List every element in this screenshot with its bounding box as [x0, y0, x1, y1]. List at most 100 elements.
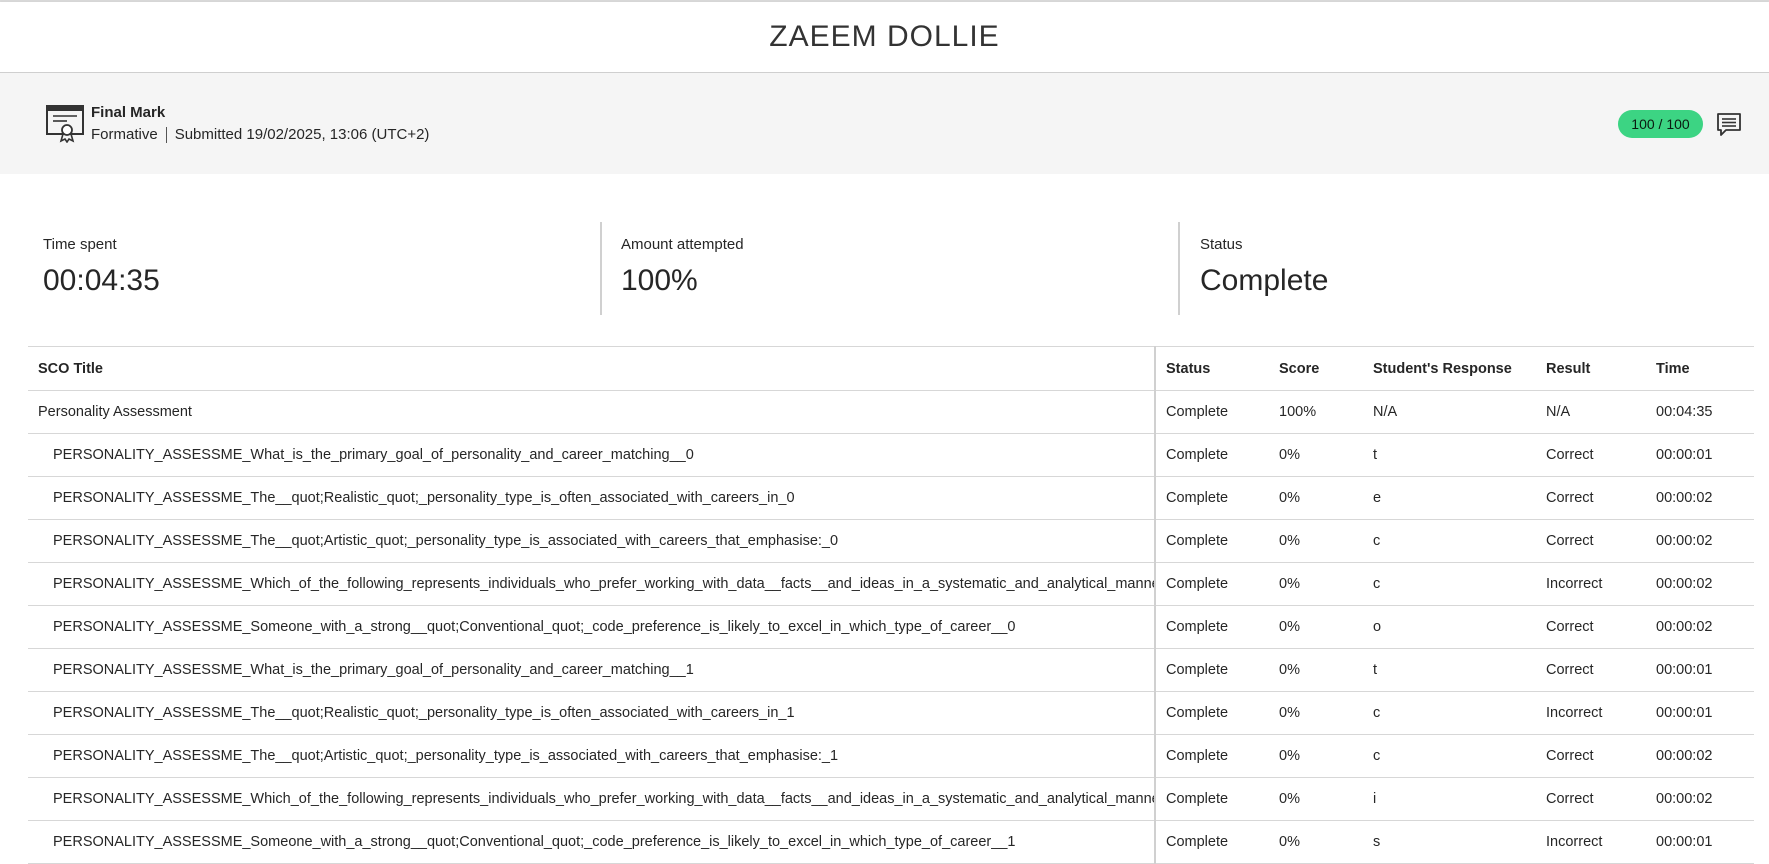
submitted-date: Submitted 19/02/2025, 13:06 (UTC+2) [174, 126, 430, 143]
stat-value: Complete [1200, 264, 1329, 297]
student-response-cell: s [1363, 820, 1536, 864]
stat-status: Status Complete [1200, 222, 1750, 315]
result-cell: Correct [1536, 433, 1646, 477]
score-cell: 0% [1269, 820, 1363, 864]
table-row: PERSONALITY_ASSESSME_Someone_with_a_stro… [28, 605, 1754, 649]
result-cell: N/A [1536, 390, 1646, 434]
result-cell: Incorrect [1536, 691, 1646, 735]
student-response-cell: c [1363, 691, 1536, 735]
time-cell: 00:00:02 [1646, 605, 1754, 649]
stat-amount-attempted: Amount attempted 100% [621, 222, 1171, 315]
status-cell: Complete [1155, 476, 1269, 520]
sco-title-cell: PERSONALITY_ASSESSME_What_is_the_primary… [28, 433, 1156, 477]
time-cell: 00:00:01 [1646, 820, 1754, 864]
stat-value: 00:04:35 [43, 264, 160, 297]
score-cell: 0% [1269, 519, 1363, 563]
result-cell: Incorrect [1536, 562, 1646, 606]
student-response-cell: t [1363, 433, 1536, 477]
score-cell: 100% [1269, 390, 1363, 434]
result-cell: Incorrect [1536, 820, 1646, 864]
feedback-comment-icon[interactable] [1716, 112, 1742, 138]
student-response-cell: i [1363, 777, 1536, 821]
stat-value: 100% [621, 264, 698, 297]
final-mark-label: Final Mark [91, 104, 166, 121]
score-cell: 0% [1269, 433, 1363, 477]
time-cell: 00:04:35 [1646, 390, 1754, 434]
time-cell: 00:00:02 [1646, 476, 1754, 520]
stat-label: Amount attempted [621, 236, 744, 253]
sco-title-cell: PERSONALITY_ASSESSME_The__quot;Artistic_… [28, 519, 1156, 563]
sco-title-cell: Personality Assessment [28, 390, 1156, 434]
student-name: ZAEEM DOLLIE [769, 20, 1000, 53]
score-cell: 0% [1269, 777, 1363, 821]
student-response-cell: c [1363, 562, 1536, 606]
status-cell: Complete [1155, 433, 1269, 477]
table-row: PERSONALITY_ASSESSME_What_is_the_primary… [28, 648, 1754, 692]
time-cell: 00:00:01 [1646, 691, 1754, 735]
table-header-row: SCO Title Status Score Student's Respons… [28, 346, 1754, 391]
result-cell: Correct [1536, 605, 1646, 649]
table-row: PERSONALITY_ASSESSME_The__quot;Realistic… [28, 476, 1754, 520]
grade-summary-bar: Final Mark Formative Submitted 19/02/202… [0, 73, 1769, 174]
divider [165, 126, 167, 143]
status-cell: Complete [1155, 519, 1269, 563]
attempt-details: Formative Submitted 19/02/2025, 13:06 (U… [91, 126, 429, 143]
result-cell: Correct [1536, 777, 1646, 821]
sco-title-cell: PERSONALITY_ASSESSME_The__quot;Realistic… [28, 476, 1156, 520]
student-response-cell: e [1363, 476, 1536, 520]
sco-title-cell: PERSONALITY_ASSESSME_Which_of_the_follow… [28, 562, 1156, 606]
status-cell: Complete [1155, 820, 1269, 864]
status-cell: Complete [1155, 562, 1269, 606]
column-header-status: Status [1155, 346, 1269, 391]
time-cell: 00:00:01 [1646, 433, 1754, 477]
time-cell: 00:00:02 [1646, 734, 1754, 778]
score-cell: 0% [1269, 734, 1363, 778]
table-body: Personality Assessment Complete 100% N/A N/A… [28, 390, 1754, 864]
status-cell: Complete [1155, 691, 1269, 735]
stat-divider [1178, 222, 1180, 315]
table-row: PERSONALITY_ASSESSME_Which_of_the_follow… [28, 777, 1754, 821]
table-row: PERSONALITY_ASSESSME_The__quot;Artistic_… [28, 734, 1754, 778]
score-cell: 0% [1269, 476, 1363, 520]
time-cell: 00:00:02 [1646, 777, 1754, 821]
score-cell: 0% [1269, 605, 1363, 649]
table-row: PERSONALITY_ASSESSME_The__quot;Artistic_… [28, 519, 1754, 563]
column-header-time: Time [1646, 346, 1754, 391]
sco-title-cell: PERSONALITY_ASSESSME_Which_of_the_follow… [28, 777, 1156, 821]
score-cell: 0% [1269, 691, 1363, 735]
column-header-result: Result [1536, 346, 1646, 391]
score-cell: 0% [1269, 648, 1363, 692]
sco-title-cell: PERSONALITY_ASSESSME_The__quot;Artistic_… [28, 734, 1156, 778]
result-cell: Correct [1536, 648, 1646, 692]
status-cell: Complete [1155, 734, 1269, 778]
result-cell: Correct [1536, 734, 1646, 778]
table-row: PERSONALITY_ASSESSME_Which_of_the_follow… [28, 562, 1754, 606]
assessment-type: Formative [91, 126, 158, 143]
student-response-cell: c [1363, 734, 1536, 778]
table-row: Personality Assessment Complete 100% N/A N/A… [28, 390, 1754, 434]
time-cell: 00:00:02 [1646, 519, 1754, 563]
table-row: PERSONALITY_ASSESSME_Someone_with_a_stro… [28, 820, 1754, 864]
stat-time-spent: Time spent 00:04:35 [43, 222, 593, 315]
stat-label: Status [1200, 236, 1243, 253]
student-response-cell: t [1363, 648, 1536, 692]
student-response-cell: o [1363, 605, 1536, 649]
sco-title-cell: PERSONALITY_ASSESSME_Someone_with_a_stro… [28, 605, 1156, 649]
column-header-student-response: Student's Response [1363, 346, 1536, 391]
sco-results-table: SCO Title Status Score Student's Respons… [28, 346, 1754, 864]
table-row: PERSONALITY_ASSESSME_The__quot;Realistic… [28, 691, 1754, 735]
table-row: PERSONALITY_ASSESSME_What_is_the_primary… [28, 433, 1754, 477]
status-cell: Complete [1155, 605, 1269, 649]
page-header: ZAEEM DOLLIE [0, 2, 1769, 73]
status-cell: Complete [1155, 648, 1269, 692]
stat-divider [600, 222, 602, 315]
status-cell: Complete [1155, 777, 1269, 821]
attempt-stats: Time spent 00:04:35 Amount attempted 100… [0, 222, 1769, 315]
student-response-cell: N/A [1363, 390, 1536, 434]
time-cell: 00:00:02 [1646, 562, 1754, 606]
sco-title-cell: PERSONALITY_ASSESSME_The__quot;Realistic… [28, 691, 1156, 735]
certificate-icon [46, 105, 84, 143]
column-header-sco-title: SCO Title [28, 346, 1156, 391]
sco-title-cell: PERSONALITY_ASSESSME_What_is_the_primary… [28, 648, 1156, 692]
result-cell: Correct [1536, 476, 1646, 520]
